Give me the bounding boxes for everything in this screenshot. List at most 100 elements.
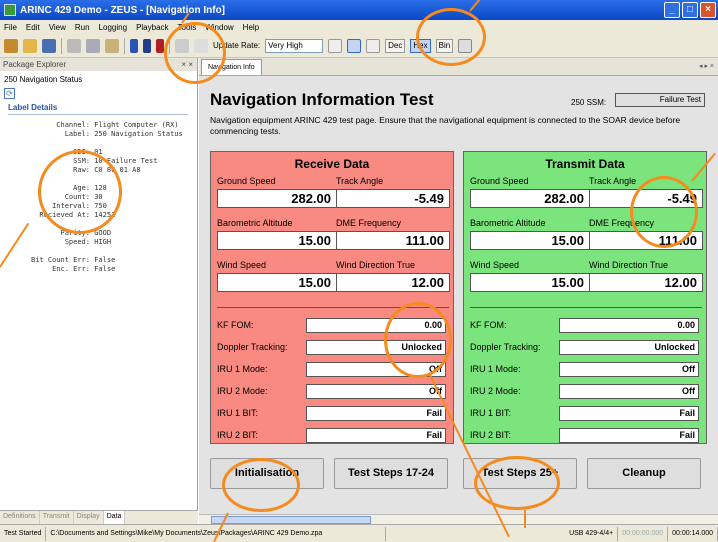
menu-edit[interactable]: Edit: [26, 23, 40, 32]
test-steps-25-button[interactable]: Test Steps 25+: [463, 458, 577, 489]
status-state: Test Started: [0, 526, 47, 541]
toolbar-separator: [169, 37, 170, 54]
receive-iru2-bit-value: Fail: [306, 428, 446, 443]
receive-dme-label: DME Frequency: [336, 218, 402, 228]
menu-help[interactable]: Help: [243, 23, 259, 32]
update-rate-select[interactable]: Very High: [265, 38, 324, 53]
window-title: ARINC 429 Demo - ZEUS - [Navigation Info…: [20, 4, 226, 16]
status-bar: Test Started C:\Documents and Settings\M…: [0, 524, 718, 542]
receive-dme-value: 111.00: [336, 231, 450, 250]
page-title: Navigation Information Test: [210, 90, 434, 109]
package-explorer-title: Package Explorer: [3, 60, 67, 69]
close-button[interactable]: ×: [700, 2, 716, 18]
tab-definitions[interactable]: Definitions: [0, 511, 40, 524]
tab-navigation-info[interactable]: Navigation Info: [201, 59, 262, 75]
ssm-label: 250 SSM:: [571, 98, 607, 107]
label-detail-line: [0, 220, 197, 229]
page-description: Navigation equipment ARINC 429 test page…: [210, 115, 681, 136]
maximize-button[interactable]: □: [682, 2, 698, 18]
panel-divider: [217, 307, 449, 308]
receive-ground-speed-value: 282.00: [217, 189, 337, 208]
menu-file[interactable]: File: [4, 23, 17, 32]
menu-view[interactable]: View: [49, 23, 66, 32]
toolbar-separator: [124, 37, 125, 54]
minimize-button[interactable]: _: [664, 2, 680, 18]
save-icon[interactable]: [42, 38, 56, 53]
transmit-baro-alt-label: Barometric Altitude: [470, 218, 546, 228]
receive-doppler-label: Doppler Tracking:: [217, 342, 288, 352]
label-detail-line: Age: 128: [0, 184, 197, 193]
doc2-icon[interactable]: [194, 38, 208, 53]
transmit-track-angle-value: -5.49: [589, 189, 703, 208]
label-detail-value: 128: [94, 184, 107, 192]
status-device: USB 429-4/4+: [565, 526, 619, 541]
radix-dec-toggle[interactable]: Dec: [385, 38, 406, 53]
transmit-track-angle-label: Track Angle: [589, 176, 637, 186]
new-icon[interactable]: [4, 38, 18, 53]
label-detail-line: Recieved At: 14251: [0, 211, 197, 220]
transmit-wind-dir-value: 12.00: [589, 273, 703, 292]
navigation-content: Navigation Information Test 250 SSM: Fai…: [199, 76, 718, 514]
menu-window[interactable]: Window: [205, 23, 233, 32]
tab-display[interactable]: Display: [74, 511, 104, 524]
view-icon[interactable]: [347, 38, 362, 53]
record-icon[interactable]: [156, 38, 164, 53]
receive-wind-speed-value: 15.00: [217, 273, 337, 292]
panel-divider: [470, 307, 702, 308]
status-path: C:\Documents and Settings\Mike\My Docume…: [46, 526, 387, 541]
play-icon[interactable]: [130, 38, 138, 53]
status-time-end: 00:00:14.000: [668, 526, 718, 541]
tab-data[interactable]: Data: [103, 511, 126, 524]
menu-logging[interactable]: Logging: [99, 23, 127, 32]
menu-run[interactable]: Run: [75, 23, 90, 32]
label-detail-key: Raw:: [73, 166, 90, 174]
pen-icon[interactable]: [328, 38, 343, 53]
label-detail-line: Parity: GOOD: [0, 229, 197, 238]
horizontal-scrollbar[interactable]: [199, 514, 718, 524]
open-icon[interactable]: [23, 38, 37, 53]
toolbar: Update Rate: Very High Dec Hex Bin: [0, 34, 718, 58]
radix-bin-toggle[interactable]: Bin: [435, 38, 454, 53]
receive-wind-dir-value: 12.00: [336, 273, 450, 292]
label-detail-line: Label: 250 Navigation Status: [0, 130, 197, 139]
scrollbar-thumb[interactable]: [211, 516, 371, 524]
label-detail-line: Channel: Flight Computer (RX): [0, 121, 197, 130]
package-explorer-header: Package Explorer × ×: [0, 58, 197, 71]
menu-playback[interactable]: Playback: [136, 23, 168, 32]
transmit-wind-speed-value: 15.00: [470, 273, 590, 292]
transmit-iru1-bit-value: Fail: [559, 406, 699, 421]
copy-icon[interactable]: [86, 38, 100, 53]
transmit-kf-fom-value: 0.00: [559, 318, 699, 333]
doc-icon[interactable]: [175, 38, 189, 53]
tab-transmit[interactable]: Transmit: [40, 511, 74, 524]
status-time-start: 00:00:00:000: [618, 526, 669, 541]
label-detail-line: Interval: 750: [0, 202, 197, 211]
transmit-iru1-bit-label: IRU 1 BIT:: [470, 408, 512, 418]
cut-icon[interactable]: [67, 38, 81, 53]
window-icon[interactable]: [366, 38, 381, 53]
cleanup-button[interactable]: Cleanup: [587, 458, 701, 489]
explorer-subtitle: 250 Navigation Status: [4, 75, 83, 84]
transmit-iru2-bit-label: IRU 2 BIT:: [470, 430, 512, 440]
transmit-iru1-mode-label: IRU 1 Mode:: [470, 364, 521, 374]
tab-nav-arrows[interactable]: ◂ ▸ ×: [699, 62, 714, 70]
receive-iru2-bit-label: IRU 2 BIT:: [217, 430, 259, 440]
label-detail-line: SSM: 10 Failure Test: [0, 157, 197, 166]
calculator-icon[interactable]: [458, 38, 473, 53]
transmit-wind-dir-label: Wind Direction True: [589, 260, 669, 270]
paste-icon[interactable]: [105, 38, 119, 53]
panel-close-icon[interactable]: × ×: [181, 58, 193, 71]
update-rate-label: Update Rate:: [213, 41, 261, 50]
label-detail-value: False: [94, 265, 116, 273]
transmit-iru2-mode-value: Off: [559, 384, 699, 399]
menu-tools[interactable]: Tools: [178, 23, 197, 32]
refresh-icon[interactable]: ⟳: [4, 88, 15, 99]
stop-icon[interactable]: [143, 38, 151, 53]
receive-iru1-mode-label: IRU 1 Mode:: [217, 364, 268, 374]
initialisation-button[interactable]: Initialisation: [210, 458, 324, 489]
label-detail-line: [0, 175, 197, 184]
radix-hex-toggle[interactable]: Hex: [410, 38, 431, 53]
label-details-heading: Label Details: [8, 103, 188, 115]
receive-doppler-value: Unlocked: [306, 340, 446, 355]
test-steps-17-24-button[interactable]: Test Steps 17-24: [334, 458, 448, 489]
